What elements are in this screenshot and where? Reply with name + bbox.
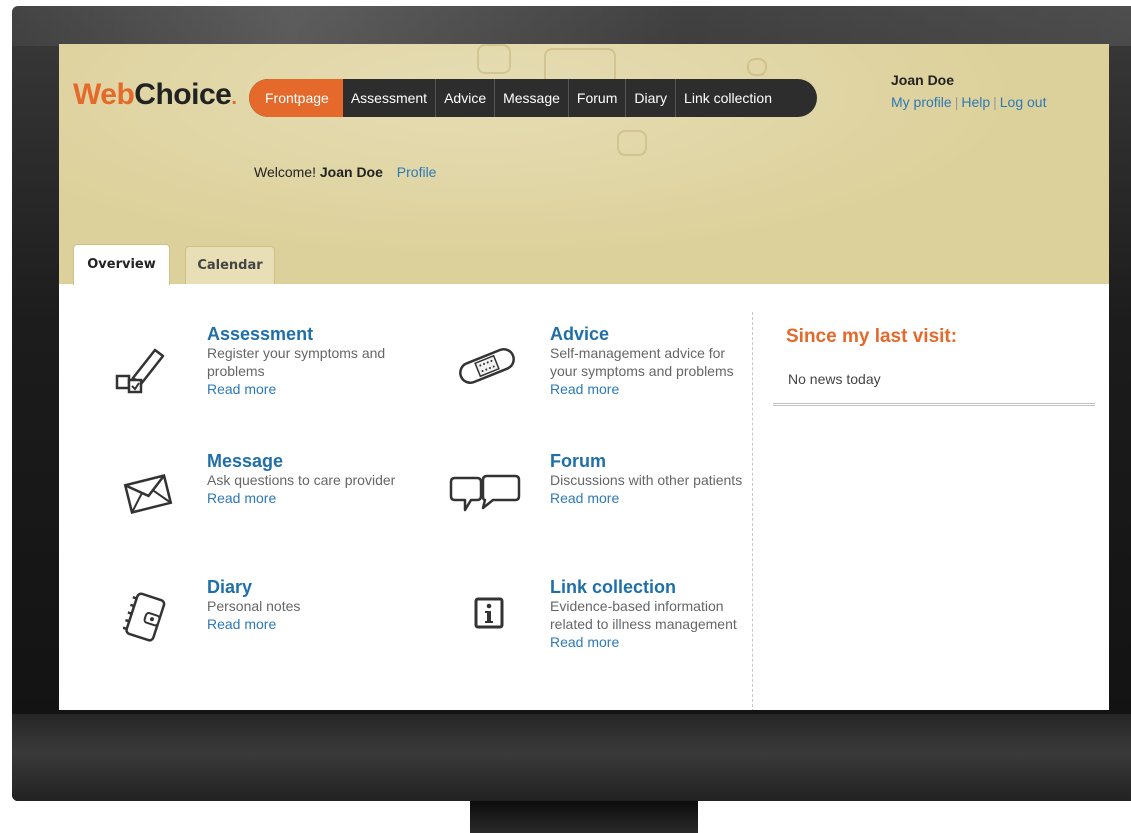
nav-advice[interactable]: Advice bbox=[436, 79, 496, 117]
read-more-link[interactable]: Read more bbox=[207, 380, 417, 398]
news-divider bbox=[773, 403, 1095, 406]
assessment-pen-icon[interactable] bbox=[111, 342, 167, 398]
nav-link-collection[interactable]: Link collection bbox=[676, 79, 788, 117]
monitor-chin bbox=[12, 714, 1131, 801]
separator: | bbox=[954, 94, 959, 110]
logo-web-text: Web bbox=[73, 78, 135, 111]
feature-link-collection: Link collection Evidence-based informati… bbox=[550, 577, 750, 651]
decorative-square bbox=[747, 58, 767, 76]
column-divider bbox=[752, 312, 753, 710]
feature-description: Personal notes bbox=[207, 598, 301, 614]
feature-diary: Diary Personal notes Read more bbox=[207, 577, 407, 633]
feature-title[interactable]: Assessment bbox=[207, 324, 417, 344]
feature-description: Evidence-based information related to il… bbox=[550, 598, 737, 632]
feature-title[interactable]: Message bbox=[207, 451, 407, 471]
nav-diary[interactable]: Diary bbox=[626, 79, 677, 117]
envelope-icon[interactable] bbox=[123, 474, 173, 514]
logo-choice-text: Choice bbox=[134, 78, 232, 111]
feature-description: Register your symptoms and problems bbox=[207, 345, 386, 379]
logout-link[interactable]: Log out bbox=[1000, 94, 1047, 110]
page-header: WebChoice. Frontpage Assessment Advice M… bbox=[59, 44, 1109, 285]
feature-title[interactable]: Advice bbox=[550, 324, 750, 344]
user-menu: Joan Doe My profile | Help | Log out bbox=[891, 72, 1046, 110]
read-more-link[interactable]: Read more bbox=[550, 489, 750, 507]
feature-title[interactable]: Link collection bbox=[550, 577, 750, 597]
overview-panel: Assessment Register your symptoms and pr… bbox=[59, 284, 1109, 710]
nav-forum[interactable]: Forum bbox=[569, 79, 627, 117]
welcome-name: Joan Doe bbox=[319, 164, 383, 180]
speech-bubbles-icon[interactable] bbox=[445, 474, 523, 514]
feature-description: Discussions with other patients bbox=[550, 472, 743, 488]
feature-description: Self-management advice for your symptoms… bbox=[550, 345, 734, 379]
webchoice-logo[interactable]: WebChoice. bbox=[73, 78, 237, 112]
feature-advice: Advice Self-management advice for your s… bbox=[550, 324, 750, 398]
since-last-visit-title: Since my last visit: bbox=[786, 326, 958, 347]
decorative-square bbox=[617, 130, 647, 156]
read-more-link[interactable]: Read more bbox=[550, 380, 750, 398]
user-links: My profile | Help | Log out bbox=[891, 94, 1046, 110]
read-more-link[interactable]: Read more bbox=[550, 633, 750, 651]
info-icon[interactable] bbox=[473, 596, 505, 630]
feature-message: Message Ask questions to care provider R… bbox=[207, 451, 407, 507]
logo-dot: . bbox=[231, 87, 237, 109]
tab-calendar[interactable]: Calendar bbox=[185, 246, 275, 284]
feature-description: Ask questions to care provider bbox=[207, 472, 396, 488]
my-profile-link[interactable]: My profile bbox=[891, 94, 952, 110]
screen: WebChoice. Frontpage Assessment Advice M… bbox=[59, 44, 1109, 710]
monitor-stand bbox=[470, 801, 698, 833]
monitor-glare bbox=[12, 6, 1131, 46]
feature-forum: Forum Discussions with other patients Re… bbox=[550, 451, 750, 507]
nav-frontpage[interactable]: Frontpage bbox=[249, 79, 343, 117]
read-more-link[interactable]: Read more bbox=[207, 489, 407, 507]
main-nav: Frontpage Assessment Advice Message Foru… bbox=[249, 79, 817, 117]
nav-assessment[interactable]: Assessment bbox=[343, 79, 437, 117]
read-more-link[interactable]: Read more bbox=[207, 615, 407, 633]
user-name: Joan Doe bbox=[891, 72, 955, 88]
profile-link[interactable]: Profile bbox=[397, 164, 437, 180]
welcome-message: Welcome! Joan Doe Profile bbox=[254, 164, 436, 180]
separator: | bbox=[993, 94, 997, 110]
bandage-icon[interactable] bbox=[455, 346, 519, 386]
decorative-square bbox=[477, 44, 511, 74]
news-status: No news today bbox=[788, 371, 881, 387]
tab-overview[interactable]: Overview bbox=[73, 244, 170, 285]
nav-message[interactable]: Message bbox=[495, 79, 569, 117]
diary-icon[interactable] bbox=[123, 590, 167, 646]
feature-title[interactable]: Diary bbox=[207, 577, 407, 597]
welcome-prefix: Welcome! bbox=[254, 164, 316, 180]
feature-assessment: Assessment Register your symptoms and pr… bbox=[207, 324, 417, 398]
help-link[interactable]: Help bbox=[961, 94, 990, 110]
feature-title[interactable]: Forum bbox=[550, 451, 750, 471]
